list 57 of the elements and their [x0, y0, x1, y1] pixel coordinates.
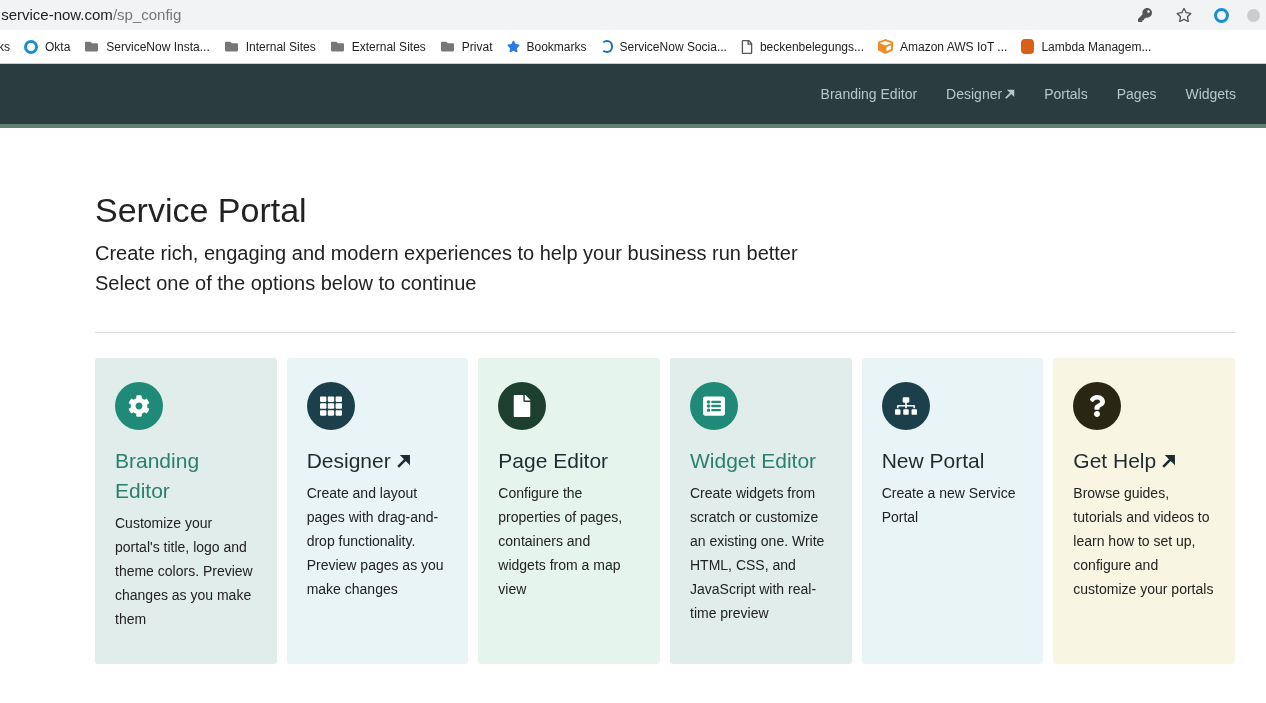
folder-icon: [84, 40, 100, 53]
nav-link[interactable]: Portals: [1044, 83, 1088, 105]
card-title[interactable]: Branding Editor: [115, 446, 257, 506]
extension-icon[interactable]: [1214, 7, 1229, 23]
bookmark-item[interactable]: Privat: [439, 37, 493, 56]
card-description: Create widgets from scratch or customize an existing one. Write HTML, CSS, and JavaScript with real-time preview: [690, 484, 826, 623]
nav-link[interactable]: Designer: [946, 83, 1016, 105]
subtitle-text: Select one of the options below to continue: [95, 271, 478, 296]
option-card[interactable]: Page Editor Configure the properties of pages, containers and widgets from a map view: [478, 358, 660, 664]
sitemap-icon: [881, 382, 930, 430]
option-card[interactable]: Widget Editor Create widgets from scratch or customize an existing one. Write HTML, CSS, and JavaScript with real-time preview: [670, 358, 852, 664]
bookmark-item[interactable]: Lambda Managem...: [1021, 37, 1152, 56]
folder-icon: [329, 40, 345, 53]
ring-icon: [24, 39, 38, 54]
bookmark-item[interactable]: ServiceNow Insta...: [84, 37, 210, 56]
card-description: Customize your portal's title, logo and theme colors. Preview changes as you make them: [115, 514, 254, 629]
bookmark-item[interactable]: External Sites: [329, 37, 426, 56]
subtitle-text: Create rich, engaging and modern experiences to help your business run better: [95, 241, 799, 266]
key-icon[interactable]: [1138, 8, 1152, 22]
option-card[interactable]: Get Help Browse guides, tutorials and videos to learn how to set up, configure and customize your portals: [1053, 358, 1235, 664]
card-title[interactable]: Get Help: [1073, 446, 1157, 476]
bookmark-item[interactable]: ServiceNow Socia...: [600, 37, 727, 56]
nav-link[interactable]: Pages: [1116, 83, 1157, 105]
document-icon: [498, 382, 547, 430]
nav-link[interactable]: Branding Editor: [820, 83, 918, 105]
option-card[interactable]: Designer Create and layout pages with drag-and-drop functionality. Preview pages as you make changes: [286, 358, 469, 664]
option-card[interactable]: New Portal Create a new Service Portal: [861, 358, 1044, 664]
folder-icon: [223, 40, 239, 53]
bookmark-item[interactable]: Amazon AWS IoT ...: [878, 37, 1008, 56]
card-title[interactable]: Designer: [306, 446, 391, 476]
card-title[interactable]: Page Editor: [498, 446, 609, 476]
folder-icon: [439, 40, 455, 53]
arrow-icon: [1005, 89, 1016, 99]
card-description: Create and layout pages with drag-and-drop functionality. Preview pages as you make changes: [306, 484, 445, 599]
star-icon[interactable]: [1176, 7, 1192, 23]
card-title[interactable]: New Portal: [881, 446, 985, 476]
card-description: Configure the properties of pages, containers and widgets from a map view: [498, 484, 624, 599]
bookmark-item[interactable]: beckenbelegungs...: [740, 37, 864, 56]
arrow-icon: [396, 454, 411, 468]
page-icon: [740, 39, 753, 54]
page-title: Service Portal: [95, 190, 308, 230]
option-card[interactable]: Branding Editor Customize your portal's title, logo and theme colors. Preview changes as you make them: [95, 358, 277, 664]
list-icon: [690, 382, 738, 430]
star-icon: [506, 40, 520, 53]
grid-icon: [306, 382, 355, 430]
bookmark-item[interactable]: Internal Sites: [223, 37, 316, 56]
arrow-icon: [1162, 454, 1177, 468]
bookmark-item[interactable]: Bookmarks: [506, 37, 587, 56]
bookmark-item[interactable]: Okta: [24, 37, 71, 56]
card-description: Create a new Service Portal: [881, 484, 1017, 527]
url-text: .service-now.com/sp_config: [0, 4, 182, 25]
card-description: Browse guides, tutorials and videos to learn how to set up, configure and customize your portals: [1073, 484, 1215, 599]
card-title[interactable]: Widget Editor: [690, 446, 817, 476]
help-icon: [1073, 382, 1122, 430]
cube-icon: [878, 39, 893, 54]
nav-link[interactable]: Widgets: [1185, 83, 1236, 105]
gear-icon: [115, 382, 163, 430]
